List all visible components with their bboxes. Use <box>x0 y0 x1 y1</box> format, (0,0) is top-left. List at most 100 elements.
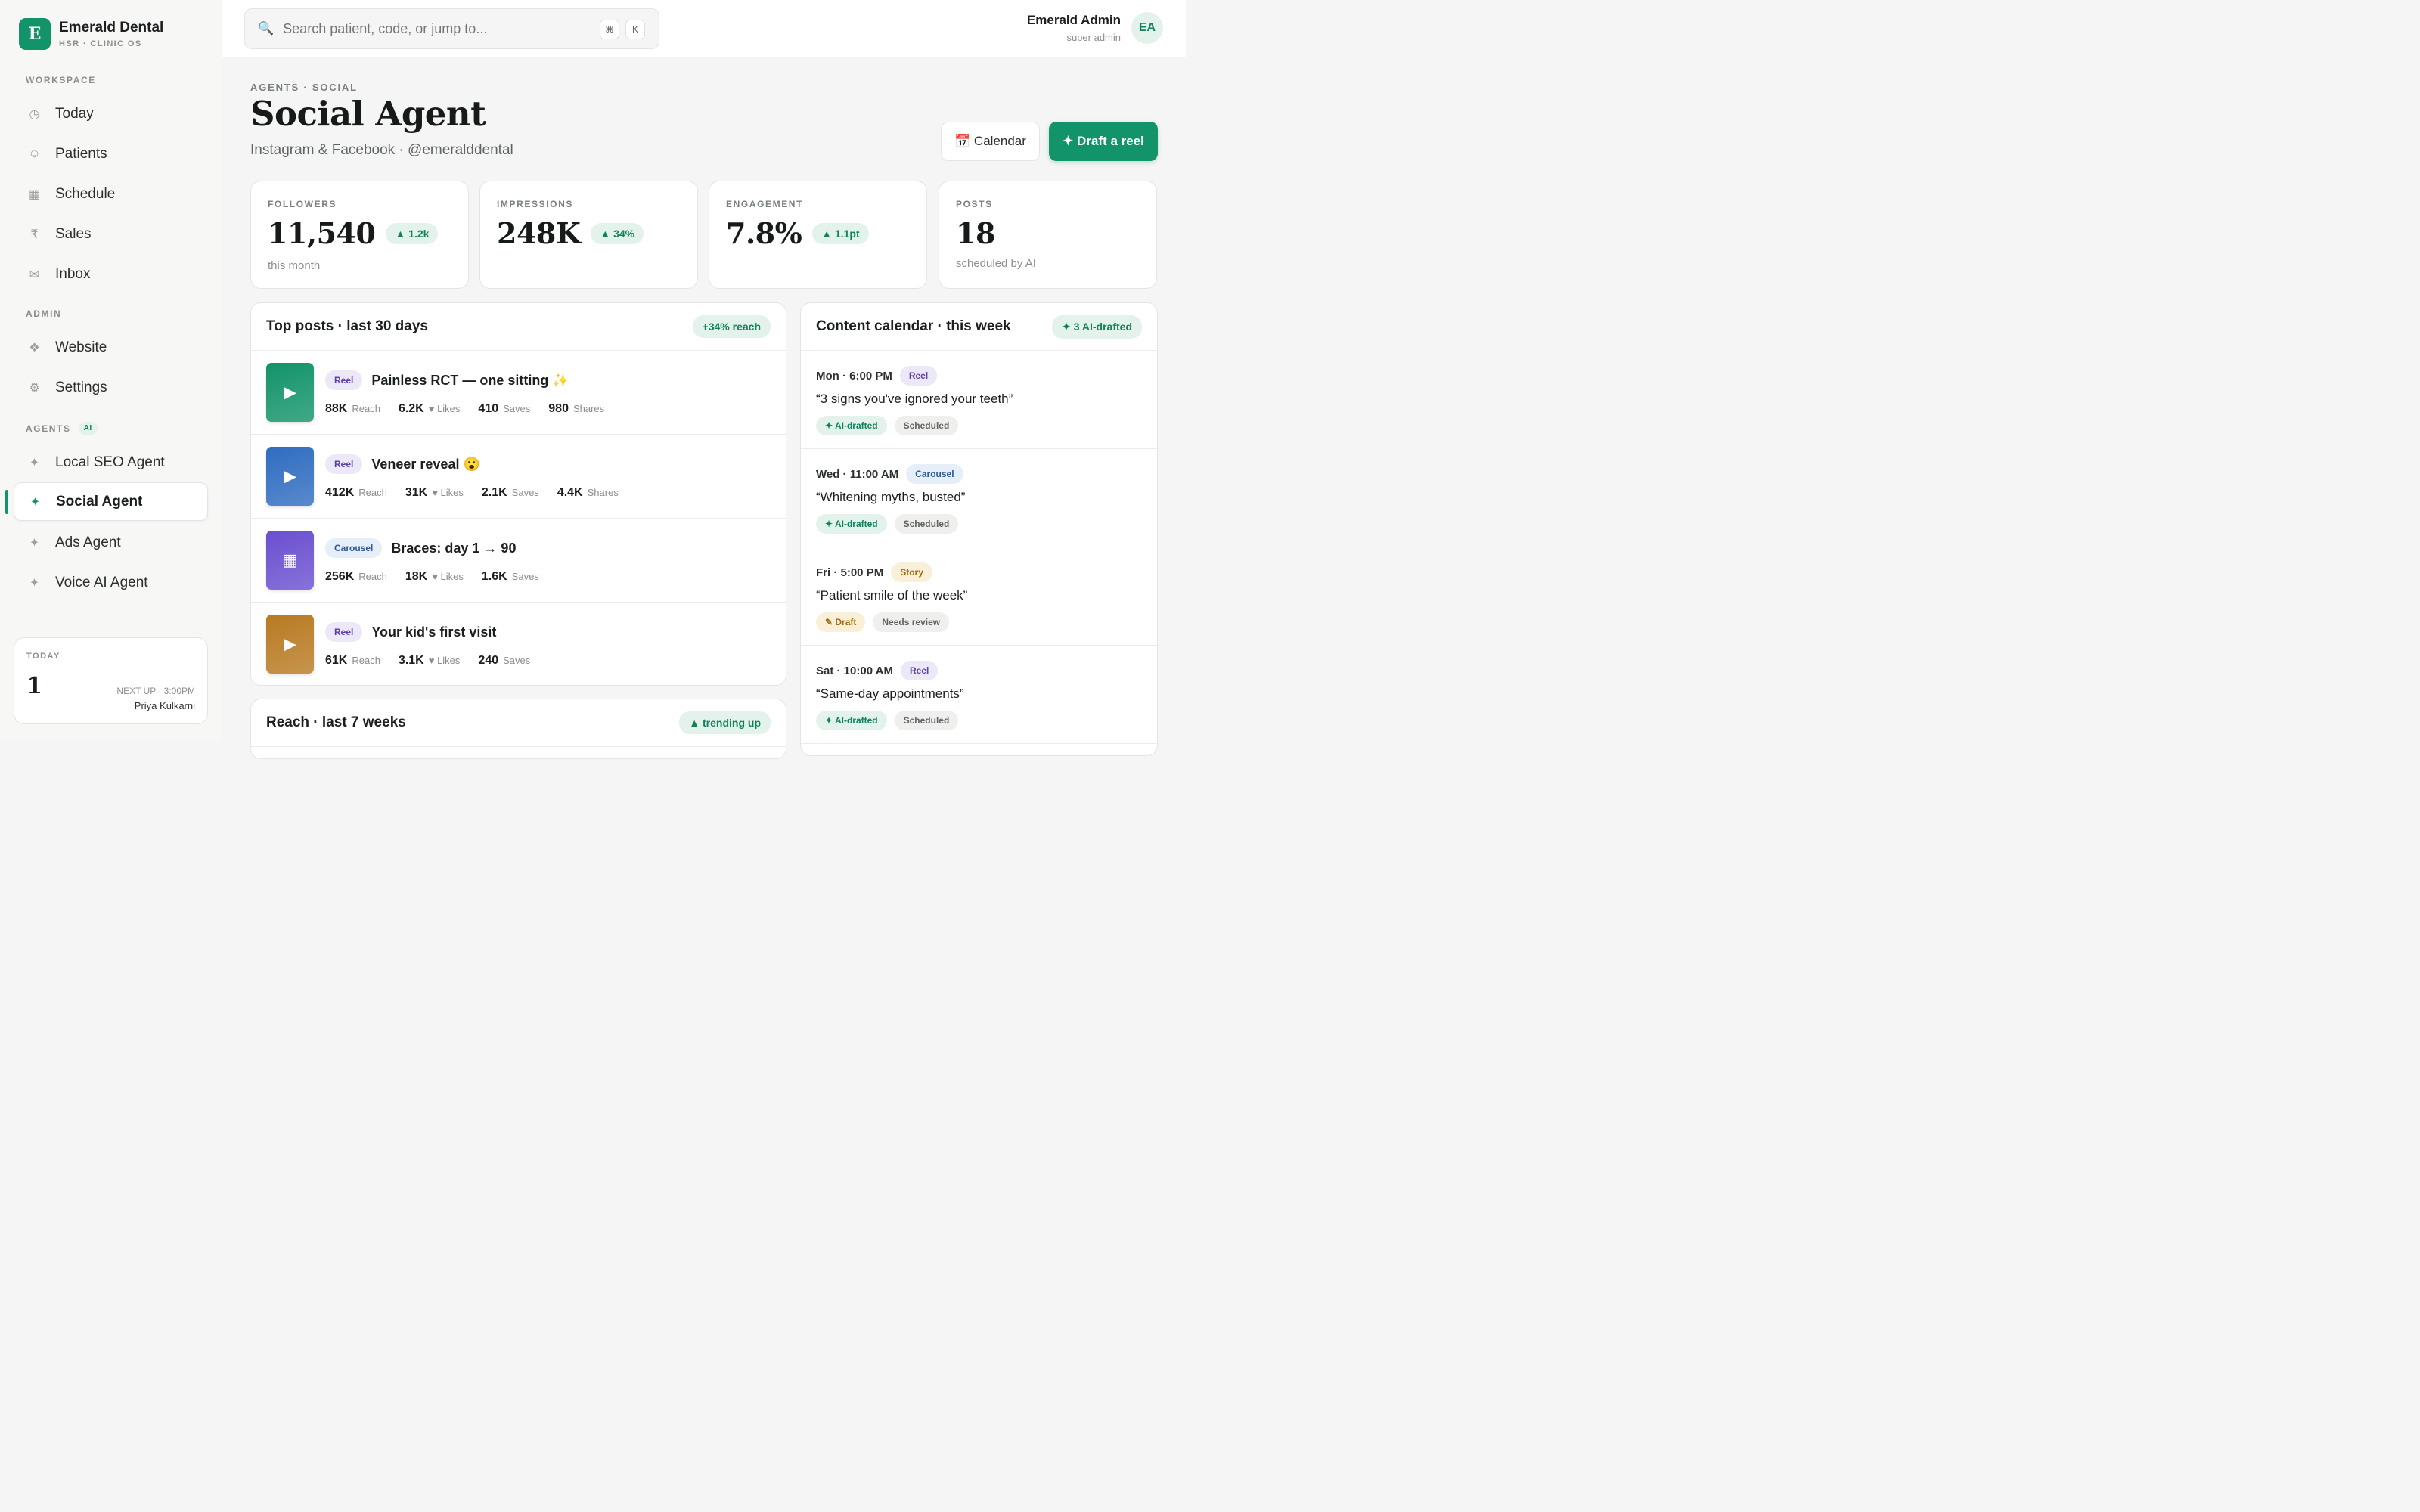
search-input[interactable] <box>283 20 586 37</box>
post-type-tag: Carousel <box>325 538 383 558</box>
page-title: Social Agent <box>250 94 486 134</box>
status-badge: Scheduled <box>894 711 959 730</box>
sidebar-item-settings[interactable]: ⚙ Settings <box>14 368 208 407</box>
brand-subtitle: HSR · CLINIC OS <box>59 39 142 48</box>
post-row[interactable]: ▶ Reel Your kid's first visit 61K Reach 3.… <box>251 603 786 685</box>
sidebar-item-label: Today <box>55 105 94 122</box>
sparkle-icon: ✦ <box>29 576 40 590</box>
ai-badge: AI <box>78 422 98 435</box>
metric-value: 1.6K <box>481 570 507 583</box>
draft-reel-button[interactable]: ✦ Draft a reel <box>1049 122 1158 161</box>
sidebar-item-label: Website <box>55 339 107 355</box>
sidebar-item-label: Sales <box>55 225 92 242</box>
metric-value: 2.1K <box>481 486 507 499</box>
stat-card-posts: POSTS 18 scheduled by AI <box>939 181 1157 289</box>
play-icon[interactable]: ▶ <box>266 447 314 506</box>
brand-logo-icon: E <box>19 18 51 50</box>
post-metric: 18K ♥ Likes <box>405 570 464 584</box>
reach-pill: +34% reach <box>692 315 771 338</box>
search-icon: 🔍 <box>258 21 275 36</box>
grid-icon[interactable]: ▦ <box>266 531 314 590</box>
metric-label: Saves <box>503 403 531 414</box>
sidebar-item-inbox[interactable]: ✉ Inbox <box>14 255 208 293</box>
section-label-text: AGENTS <box>26 423 71 434</box>
calendar-post-title: “Whitening myths, busted” <box>816 490 966 504</box>
thumb-glyph: ▶ <box>284 383 296 401</box>
calendar-item[interactable]: Mon · 6:00 PM Reel “3 signs you've ignor… <box>801 351 1157 449</box>
content-calendar-panel: Content calendar · this week ✦ 3 AI-draf… <box>800 302 1158 756</box>
play-icon[interactable]: ▶ <box>266 615 314 674</box>
sidebar-item-patients[interactable]: ☺ Patients <box>14 135 208 173</box>
panel-title: Content calendar · this week <box>816 318 1011 334</box>
calendar-item[interactable]: Wed · 11:00 AM Carousel “Whitening myths… <box>801 449 1157 547</box>
sidebar-item-label: Social Agent <box>56 493 143 510</box>
thumb-glyph: ▦ <box>282 550 298 569</box>
post-type-tag: Reel <box>900 661 939 680</box>
ai-drafted-pill: ✦ 3 AI-drafted <box>1052 314 1142 339</box>
stat-delta-badge: ▲ 1.2k <box>386 222 439 244</box>
post-row[interactable]: ▶ Reel Painless RCT — one sitting ✨ 88K R… <box>251 351 786 435</box>
post-metric: 1.6K Saves <box>482 570 539 584</box>
post-type-tag: Reel <box>325 622 363 642</box>
post-metric: 6.2K ♥ Likes <box>399 402 460 416</box>
sidebar-item-social-agent[interactable]: ✦ Social Agent <box>14 482 208 521</box>
sparkle-icon: ✦ <box>29 495 41 509</box>
sidebar-item-label: Patients <box>55 145 107 162</box>
post-row[interactable]: ▶ Reel Veneer reveal 😮 412K Reach 31K ♥ Lik… <box>251 435 786 519</box>
brand[interactable]: E Emerald Dental HSR · CLINIC OS <box>19 18 163 50</box>
calendar-item[interactable]: Fri · 5:00 PM Story “Patient smile of th… <box>801 547 1157 646</box>
post-metric: 88K Reach <box>325 402 380 416</box>
today-card[interactable]: TODAY 1 NEXT UP · 3:00PM Priya Kulkarni <box>14 637 208 724</box>
section-label-workspace: WORKSPACE <box>26 75 96 85</box>
ai-drafted-badge: ✦ AI-drafted <box>816 711 887 730</box>
sidebar-item-ads-agent[interactable]: ✦ Ads Agent <box>14 523 208 562</box>
stat-note: scheduled by AI <box>956 257 1036 270</box>
sidebar-item-schedule[interactable]: ▦ Schedule <box>14 175 208 213</box>
metric-label: Reach <box>352 655 380 666</box>
post-type-tag: Carousel <box>906 464 963 484</box>
metric-value: 980 <box>548 402 569 415</box>
diamond-cluster-icon: ❖ <box>29 341 40 355</box>
sidebar-item-today[interactable]: ◷ Today <box>14 94 208 133</box>
calendar-post-title: “Patient smile of the week” <box>816 588 968 603</box>
draft-badge: ✎ Draft <box>816 612 866 632</box>
sidebar-item-local-seo-agent[interactable]: ✦ Local SEO Agent <box>14 443 208 482</box>
post-metric: 412K Reach <box>325 486 387 500</box>
today-card-patient-name: Priya Kulkarni <box>134 700 195 711</box>
metric-value: 18K <box>405 570 428 583</box>
post-title: Veneer reveal 😮 <box>371 456 480 472</box>
status-badge: Scheduled <box>894 514 959 534</box>
play-icon[interactable]: ▶ <box>266 363 314 422</box>
page-subtitle: Instagram & Facebook · @emeralddental <box>250 142 513 158</box>
sidebar-item-website[interactable]: ❖ Website <box>14 328 208 367</box>
sparkle-icon: ✦ <box>29 456 40 469</box>
calendar-button[interactable]: 📅 Calendar <box>941 122 1040 161</box>
today-card-label: TODAY <box>26 652 60 661</box>
stat-value: 18 <box>956 216 995 250</box>
stat-delta-badge: ▲ 1.1pt <box>812 222 869 244</box>
sidebar-item-voice-ai-agent[interactable]: ✦ Voice AI Agent <box>14 563 208 602</box>
calendar-item[interactable]: Sat · 10:00 AM Reel “Same-day appointmen… <box>801 646 1157 744</box>
top-posts-panel: Top posts · last 30 days +34% reach ▶ Re… <box>250 302 786 686</box>
sidebar-item-sales[interactable]: ₹ Sales <box>14 215 208 253</box>
metric-label: Reach <box>352 403 380 414</box>
stat-label: ENGAGEMENT <box>726 199 804 209</box>
avatar[interactable]: EA <box>1131 12 1163 44</box>
metric-value: 256K <box>325 570 355 583</box>
user-menu[interactable]: Emerald Admin super admin EA <box>1027 12 1163 44</box>
stat-label: IMPRESSIONS <box>497 199 573 209</box>
metric-value: 31K <box>405 486 428 499</box>
topbar: 🔍 ⌘ K Emerald Admin super admin EA <box>222 0 1186 57</box>
post-row[interactable]: ▦ Carousel Braces: day 1 → 90 256K Reach 1… <box>251 519 786 603</box>
metric-label: ♥ Likes <box>432 487 464 498</box>
brand-name: Emerald Dental <box>59 20 164 36</box>
ai-drafted-badge: ✦ AI-drafted <box>816 514 887 534</box>
search-bar[interactable]: 🔍 ⌘ K <box>244 8 659 49</box>
sidebar-item-label: Local SEO Agent <box>55 454 165 470</box>
rupee-icon: ₹ <box>30 228 39 241</box>
post-metric: 980 Shares <box>548 402 604 416</box>
stat-label: POSTS <box>956 199 993 209</box>
today-card-next-up: NEXT UP · 3:00PM <box>116 686 195 696</box>
shortcut-key-k: K <box>625 20 645 39</box>
stat-card-impressions: IMPRESSIONS 248K ▲ 34% <box>479 181 698 289</box>
